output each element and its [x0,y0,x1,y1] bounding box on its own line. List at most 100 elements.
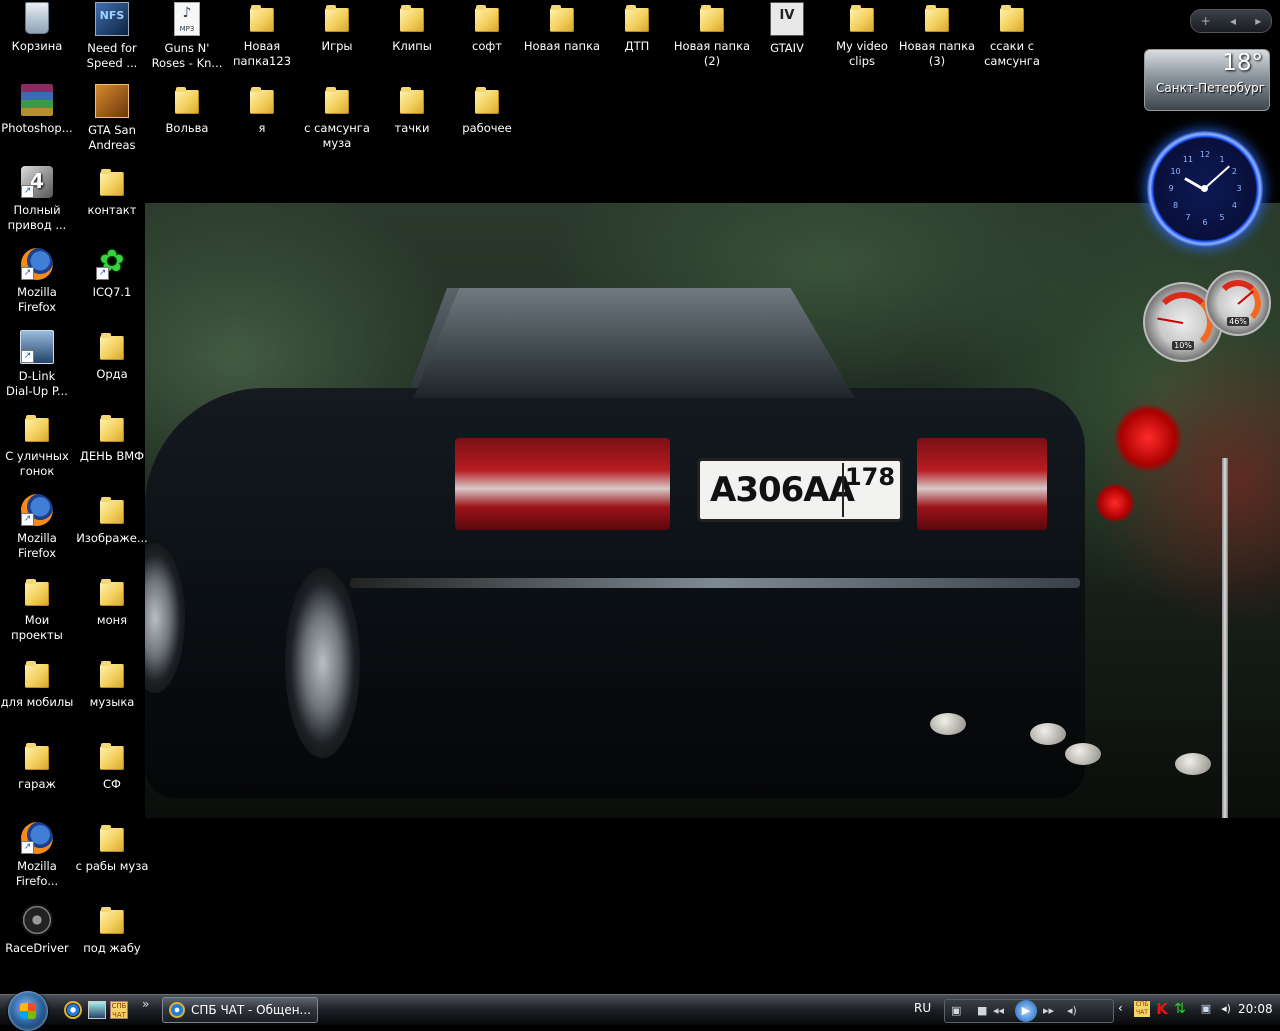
desktop-icon-label: Need for Speed ... [86,41,138,70]
desktop-icon-label: моня [96,613,128,627]
plate-region: 178 [842,463,896,517]
desktop-icon[interactable]: Корзина [0,0,76,78]
previous-button[interactable]: ◂◂ [993,1004,1004,1017]
kaspersky-tray-icon[interactable]: K [1154,1001,1170,1017]
clock-number: 7 [1185,213,1191,223]
desktop-icon[interactable]: MP3 ♪ Guns N' Roses - Kn... [148,0,226,78]
desktop-icon-label: Mozilla Firefox [17,285,57,314]
clock-center [1201,185,1208,192]
car-bumper [350,578,1080,588]
desktop-icon[interactable]: под жабу [73,902,151,980]
desktop-icon[interactable]: My video clips [823,0,901,78]
desktop-icon[interactable]: С уличных гонок [0,410,76,488]
folder-icon [396,84,428,116]
desktop-icon[interactable]: музыка [73,656,151,734]
taskbar-clock[interactable]: 20:08 [1238,1002,1273,1016]
weather-gadget[interactable]: 18° Санкт-Петербург [1144,49,1270,111]
cpu-meter-gadget[interactable]: 10% 46% [1143,270,1271,362]
player-volume-button[interactable]: ◂) [1067,1004,1077,1017]
volume-tray-icon[interactable]: ◂) [1218,1001,1234,1017]
winrar-icon [21,84,53,116]
show-hidden-icons-button[interactable]: ‹ [1118,1001,1123,1015]
desktop-icon[interactable]: Photoshop... [0,82,76,160]
desktop-icon-label: ICQ7.1 [92,285,132,299]
desktop-icon[interactable]: D-Link Dial-Up P... [0,328,76,406]
desktop-icon[interactable]: ДЕНЬ ВМФ [73,410,151,488]
clock-gadget[interactable]: 12 1 2 3 4 5 6 7 8 9 10 11 [1147,131,1263,247]
desktop-icon[interactable]: Клипы [373,0,451,78]
desktop-icon[interactable]: тачки [373,82,451,160]
desktop-icon[interactable]: рабочее [448,82,526,160]
desktop-icon[interactable]: для мобилы [0,656,76,734]
desktop-icon[interactable]: ДТП [598,0,676,78]
prev-gadgets-button[interactable]: ◂ [1230,14,1236,28]
desktop-icon[interactable]: ссаки с самсунга [973,0,1051,78]
desktop-icon[interactable]: Новая папка (3) [898,0,976,78]
folder-icon [396,2,428,34]
desktop-icon-label: С уличных гонок [5,449,69,478]
desktop-icon[interactable]: Mozilla Firefox [0,492,76,570]
desktop-icon-label: Photoshop... [1,121,73,135]
desktop-icon[interactable]: ✿ ICQ7.1 [73,244,151,324]
desktop-icon-label: Вольва [165,121,209,135]
folder-icon [471,2,503,34]
folder-icon [96,166,128,198]
add-gadget-button[interactable]: + [1201,14,1211,28]
desktop-icon[interactable]: NFS Need for Speed ... [73,0,151,78]
spb-chat-tray-icon[interactable]: СПБ ЧАТ [1134,1001,1150,1017]
network-tray-icon[interactable]: ▣ [1198,1001,1214,1017]
gtaiv-icon: IV [770,2,804,36]
desktop-icon[interactable]: Mozilla Firefox [0,246,76,324]
desktop-icon-label: ДТП [624,39,650,53]
folder-icon [21,740,53,772]
desktop-icon[interactable]: софт [448,0,526,78]
desktop-icon[interactable]: гараж [0,738,76,816]
desktop-icon[interactable]: 4 Полный привод ... [0,164,76,242]
desktop-icon[interactable]: Изображе... [73,492,151,570]
clock-number: 2 [1231,167,1237,176]
taillight-left [455,438,670,530]
next-button[interactable]: ▸▸ [1043,1004,1054,1017]
desktop-icon[interactable]: я [223,82,301,160]
show-desktop-icon[interactable] [88,1001,106,1019]
desktop-icon-label: Guns N' Roses - Kn... [151,41,223,70]
next-gadgets-button[interactable]: ▸ [1255,14,1261,28]
desktop-icon-label: Клипы [392,39,432,53]
folder-icon [996,2,1028,34]
desktop-icon[interactable]: Мои проекты [0,574,76,652]
desktop-icon-label: Mozilla Firefo... [15,859,59,888]
desktop-icon[interactable]: IV GTAIV [748,0,826,78]
start-button[interactable] [8,991,48,1031]
desktop-icon[interactable]: СФ [73,738,151,816]
folder-icon [921,2,953,34]
desktop-icon[interactable]: с самсунга муза [298,82,376,160]
nfs-icon: NFS [95,2,129,36]
desktop-icon[interactable]: Орда [73,328,151,406]
internet-explorer-icon[interactable] [64,1001,82,1019]
dlink-icon [20,330,54,364]
taskbar-button-spb-chat[interactable]: СПБ ЧАТ - Общен... [162,997,318,1023]
desktop-icon[interactable]: Новая папка (2) [673,0,751,78]
desktop-icon[interactable]: Игры [298,0,376,78]
desktop-icon-label: Новая папка (2) [673,39,751,68]
stop-button[interactable]: ■ [977,1004,987,1017]
desktop-icon[interactable]: RaceDriver [0,902,76,980]
sync-tray-icon[interactable]: ⇅ [1172,1001,1188,1017]
desktop-icon-label: Изображе... [76,531,148,545]
desktop-icon[interactable]: контакт [73,164,151,242]
desktop-icon[interactable]: GTA San Andreas [73,82,151,160]
desktop-icon[interactable]: с рабы муза [73,820,151,898]
recycle-bin-icon [25,2,49,34]
spb-chat-quicklaunch-icon[interactable]: СПБ ЧАТ [110,1001,128,1019]
desktop-icon[interactable]: моня [73,574,151,652]
player-restore-icon[interactable]: ▣ [951,1004,961,1017]
desktop-icon[interactable]: Новая папка [523,0,601,78]
weather-city: Санкт-Петербург [1156,81,1265,95]
desktop-icon[interactable]: Вольва [148,82,226,160]
play-button[interactable]: ▶ [1015,1000,1037,1022]
windows-logo-icon [20,1003,36,1019]
language-indicator[interactable]: RU [914,1001,931,1015]
quick-launch-more-button[interactable]: » [142,997,160,1015]
desktop-icon[interactable]: Mozilla Firefo... [0,820,76,898]
desktop-icon[interactable]: Новая папка123 [223,0,301,78]
